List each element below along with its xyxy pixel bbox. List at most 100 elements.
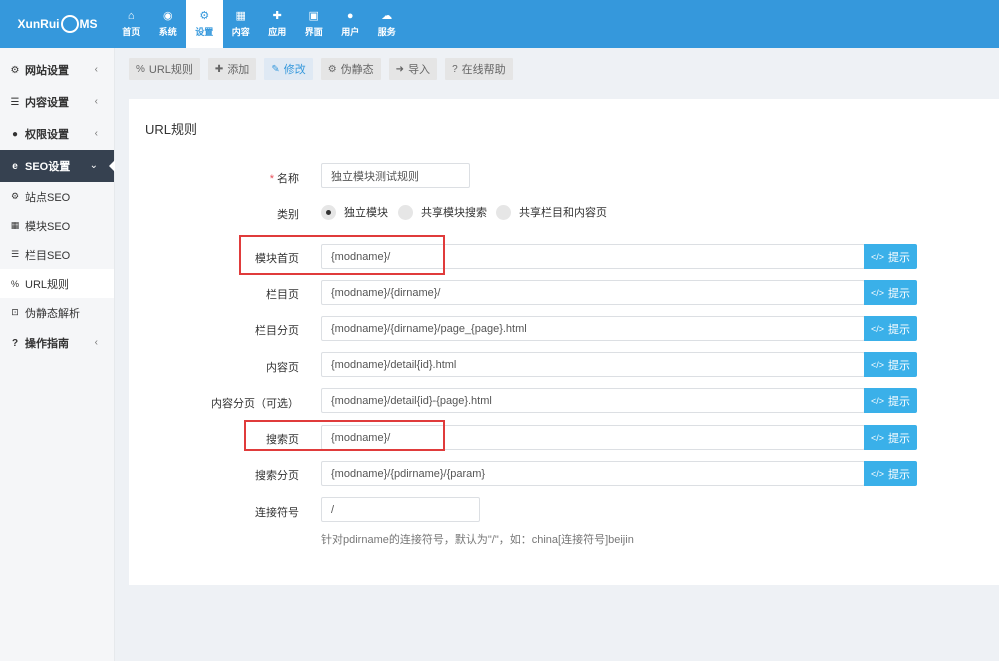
ie-icon: e — [12, 160, 18, 172]
chevron-left-icon: ‹ — [94, 96, 98, 107]
hint-button-module-home[interactable]: </> 提示 — [864, 244, 917, 269]
url-rule-form-panel: URL规则 * 名称 独立模块测试规则 类别 独立模块 共享模块搜索 共享栏目和内… — [129, 99, 999, 585]
hint-button-content-page[interactable]: </> 提示 — [864, 352, 917, 377]
radio-shared-module-search[interactable]: 共享模块搜索 — [398, 204, 487, 220]
sidebar-group-label: 操作指南 — [25, 338, 69, 350]
sidebar-item-site-seo[interactable]: ⚙ 站点SEO — [0, 182, 114, 211]
topnav-label: 系统 — [158, 27, 177, 37]
sidebar-item-label: 伪静态解析 — [25, 307, 80, 320]
hint-button-category-page[interactable]: </> 提示 — [864, 280, 917, 305]
hint-label: 提示 — [888, 251, 910, 264]
topnav-label: 内容 — [231, 27, 250, 37]
button-label: 添加 — [227, 64, 250, 76]
row-label-content-pagination: 内容分页（可选） — [211, 398, 299, 410]
radio-label: 共享栏目和内容页 — [519, 207, 607, 219]
row-label-content-page: 内容页 — [266, 362, 299, 374]
question-icon: ? — [452, 63, 458, 75]
globe-icon: ◉ — [162, 10, 173, 22]
row-label-category-page: 栏目页 — [266, 289, 299, 301]
button-label: 在线帮助 — [461, 64, 506, 76]
radio-dot — [496, 204, 511, 220]
url-rules-button[interactable]: % URL规则 — [129, 58, 200, 80]
topnav-label: 应用 — [268, 27, 287, 37]
button-label: 修改 — [283, 64, 306, 76]
import-button[interactable]: ➜ 导入 — [388, 58, 438, 80]
radio-independent-module[interactable]: 独立模块 — [321, 204, 388, 220]
search-pagination-input[interactable]: {modname}/{pdirname}/{param} — [321, 461, 865, 486]
grid-icon: ▦ — [235, 10, 246, 22]
topnav-content[interactable]: ▦ 内容 — [223, 0, 260, 48]
bars-icon: ☰ — [10, 96, 20, 108]
top-navbar: XunRui MS ⌂ 首页 ◉ 系统 ⚙ 设置 ▦ 内容 ✚ 应用 ▣ 界面 ● 用户 ☁ 服务 — [0, 0, 999, 48]
name-label-text: 名称 — [277, 173, 299, 185]
radio-label: 独立模块 — [344, 207, 388, 219]
edit-icon: ✎ — [271, 63, 280, 75]
code-icon: </> — [870, 323, 884, 334]
category-pagination-input[interactable]: {modname}/{dirname}/page_{page}.html — [321, 316, 865, 341]
code-icon: </> — [870, 468, 884, 479]
topnav-services[interactable]: ☁ 服务 — [369, 0, 406, 48]
code-icon: </> — [870, 395, 884, 406]
category-page-input[interactable]: {modname}/{dirname}/ — [321, 280, 865, 305]
hint-button-search-page[interactable]: </> 提示 — [864, 425, 917, 450]
sidebar-group-permission-settings[interactable]: ● 权限设置 ‹ — [0, 118, 114, 150]
sidebar-group-site-settings[interactable]: ⚙ 网站设置 ‹ — [0, 54, 114, 86]
topnav-label: 界面 — [304, 27, 323, 37]
brand-name-left: XunRui — [17, 17, 60, 31]
chevron-left-icon: ‹ — [94, 337, 98, 348]
topnav-settings[interactable]: ⚙ 设置 — [186, 0, 223, 48]
edit-button[interactable]: ✎ 修改 — [264, 58, 313, 80]
question-icon: ? — [11, 337, 19, 349]
chevron-left-icon: ‹ — [94, 128, 98, 139]
gear-icon: ⚙ — [10, 191, 20, 201]
sidebar-item-module-seo[interactable]: ▦ 模块SEO — [0, 211, 114, 240]
radio-dot — [321, 204, 336, 220]
radio-shared-category-content[interactable]: 共享栏目和内容页 — [496, 204, 607, 220]
topnav-system[interactable]: ◉ 系统 — [150, 0, 187, 48]
add-button[interactable]: ✚ 添加 — [207, 58, 257, 80]
hint-label: 提示 — [888, 395, 910, 408]
separator-help-text: 针对pdirname的连接符号，默认为"/"，如：china[连接符号]beij… — [321, 534, 634, 546]
topnav-users[interactable]: ● 用户 — [332, 0, 369, 48]
name-input[interactable]: 独立模块测试规则 — [321, 163, 470, 188]
button-label: 导入 — [408, 64, 431, 76]
sidebar-group-content-settings[interactable]: ☰ 内容设置 ‹ — [0, 86, 114, 118]
topnav-home[interactable]: ⌂ 首页 — [113, 0, 150, 48]
separator-input[interactable]: / — [321, 497, 480, 522]
topnav-label: 首页 — [122, 27, 141, 37]
highlight-box-search-page — [244, 420, 445, 451]
sidebar-group-seo-settings[interactable]: e SEO设置 ⌄ — [0, 150, 115, 182]
link-icon: % — [136, 63, 145, 75]
radio-dot — [398, 204, 413, 220]
hint-label: 提示 — [888, 468, 910, 481]
hint-label: 提示 — [888, 359, 910, 372]
button-label: 伪静态 — [340, 64, 374, 76]
sidebar-group-label: 权限设置 — [25, 129, 69, 141]
sidebar-group-guide[interactable]: ? 操作指南 ‹ — [0, 327, 114, 359]
sidebar-item-url-rules[interactable]: % URL规则 — [0, 269, 114, 298]
content-page-input[interactable]: {modname}/detail{id}.html — [321, 352, 865, 377]
logo-c-icon — [60, 15, 79, 33]
topnav-apps[interactable]: ✚ 应用 — [259, 0, 296, 48]
online-help-button[interactable]: ? 在线帮助 — [445, 58, 513, 80]
sidebar-item-rewrite-parse[interactable]: ⊡ 伪静态解析 — [0, 298, 114, 327]
required-mark: * — [269, 173, 274, 185]
rewrite-button[interactable]: ⚙ 伪静态 — [320, 58, 381, 80]
hint-button-content-pagination[interactable]: </> 提示 — [864, 388, 917, 413]
hint-button-search-pagination[interactable]: </> 提示 — [864, 461, 917, 486]
gear-icon: ⚙ — [327, 63, 337, 75]
brand-name-right: MS — [79, 17, 98, 31]
topnav-label: 服务 — [377, 27, 396, 37]
content-pagination-input[interactable]: {modname}/detail{id}-{page}.html — [321, 388, 865, 413]
hint-button-category-pagination[interactable]: </> 提示 — [864, 316, 917, 341]
sign-in-icon: ➜ — [395, 63, 405, 75]
panel-title: URL规则 — [145, 122, 198, 137]
brand-logo[interactable]: XunRui MS — [0, 0, 115, 48]
sidebar-item-category-seo[interactable]: ☰ 栏目SEO — [0, 240, 114, 269]
topnav-interface[interactable]: ▣ 界面 — [296, 0, 333, 48]
button-label: URL规则 — [148, 64, 193, 76]
row-label-search-pagination: 搜索分页 — [255, 470, 299, 482]
plus-icon: ✚ — [214, 63, 224, 75]
type-label: 类别 — [277, 209, 299, 221]
list-icon: ☰ — [10, 249, 20, 259]
